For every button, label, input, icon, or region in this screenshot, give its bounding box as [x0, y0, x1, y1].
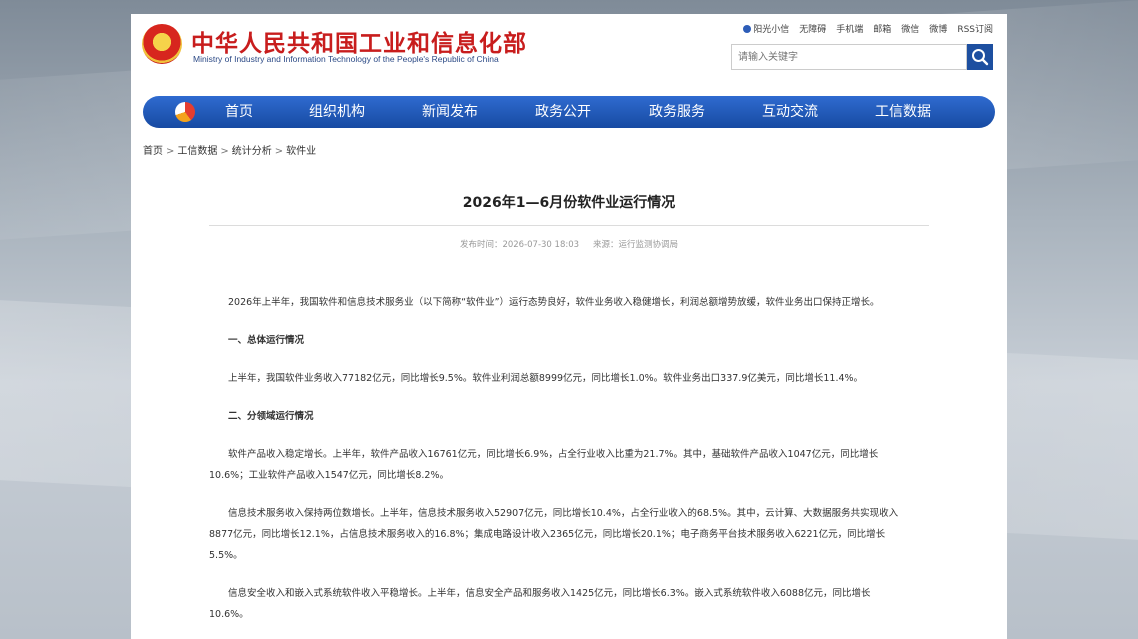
nav-home[interactable]: 首页: [225, 96, 253, 128]
article-paragraph: 软件产品收入稳定增长。上半年，软件产品收入16761亿元，同比增长6.9%，占全…: [209, 449, 879, 481]
breadcrumb-software[interactable]: 软件业: [286, 146, 316, 157]
search-icon: [972, 49, 989, 66]
nav-news[interactable]: 新闻发布: [422, 96, 478, 128]
breadcrumb-statistics[interactable]: 统计分析: [232, 146, 272, 157]
toplink-mobile[interactable]: 手机端: [836, 22, 863, 35]
breadcrumb-separator: >: [166, 146, 175, 157]
search-input[interactable]: [731, 44, 967, 70]
nav-services[interactable]: 政务服务: [649, 96, 705, 128]
search-button[interactable]: [967, 44, 993, 70]
breadcrumb-home[interactable]: 首页: [143, 146, 163, 157]
national-emblem-icon: [142, 24, 182, 64]
toplink-sunshine[interactable]: 阳光小信: [743, 22, 789, 35]
breadcrumb-separator: >: [274, 146, 284, 157]
toplink-rss[interactable]: RSS订阅: [957, 22, 993, 35]
nav-organization[interactable]: 组织机构: [309, 96, 365, 128]
article-body: 2026年上半年，我国软件和信息技术服务业（以下简称“软件业”）运行态势良好，软…: [209, 292, 909, 639]
article-paragraph: 信息安全收入和嵌入式系统软件收入平稳增长。上半年，信息安全产品和服务收入1425…: [209, 588, 871, 620]
top-links: 阳光小信 无障碍 手机端 邮箱 微信 微博 RSS订阅: [743, 22, 993, 35]
toplink-wechat[interactable]: 微信: [901, 22, 919, 35]
breadcrumb-separator: >: [220, 146, 229, 157]
web-page: 中华人民共和国工业和信息化部 Ministry of Industry and …: [131, 14, 1007, 639]
toplink-accessibility[interactable]: 无障碍: [799, 22, 826, 35]
article-source: 来源：运行监测协调局: [593, 240, 679, 250]
article-paragraph: 信息技术服务收入保持两位数增长。上半年，信息技术服务收入52907亿元，同比增长…: [209, 508, 899, 561]
section-heading: 一、总体运行情况: [228, 335, 305, 346]
breadcrumb: 首页 > 工信数据 > 统计分析 > 软件业: [143, 142, 316, 157]
miit-logo-icon: [175, 102, 195, 122]
toplink-mail[interactable]: 邮箱: [873, 22, 891, 35]
site-title[interactable]: 中华人民共和国工业和信息化部: [191, 24, 527, 58]
toplink-weibo[interactable]: 微博: [929, 22, 947, 35]
nav-interaction[interactable]: 互动交流: [762, 96, 818, 128]
article-title: 2026年1—6月份软件业运行情况: [462, 195, 676, 211]
site-subtitle: Ministry of Industry and Information Tec…: [193, 54, 499, 64]
section-heading: 二、分领域运行情况: [228, 411, 314, 422]
nav-government-affairs[interactable]: 政务公开: [535, 96, 591, 128]
article-paragraph: 上半年，我国软件业务收入77182亿元，同比增长9.5%。软件业利润总额8999…: [228, 373, 864, 384]
nav-data[interactable]: 工信数据: [875, 96, 931, 128]
breadcrumb-data[interactable]: 工信数据: [177, 146, 217, 157]
title-divider: [209, 225, 929, 226]
site-header: 中华人民共和国工业和信息化部 Ministry of Industry and …: [131, 14, 1007, 94]
main-nav: 首页 组织机构 新闻发布 政务公开 政务服务 互动交流 工信数据: [143, 96, 995, 128]
publish-time: 发布时间：2026-07-30 18:03: [459, 240, 580, 250]
article-meta: 发布时间：2026-07-30 18:03 来源：运行监测协调局: [131, 238, 1007, 250]
sunshine-icon: [743, 25, 752, 33]
article-paragraph: 2026年上半年，我国软件和信息技术服务业（以下简称“软件业”）运行态势良好，软…: [228, 297, 880, 308]
